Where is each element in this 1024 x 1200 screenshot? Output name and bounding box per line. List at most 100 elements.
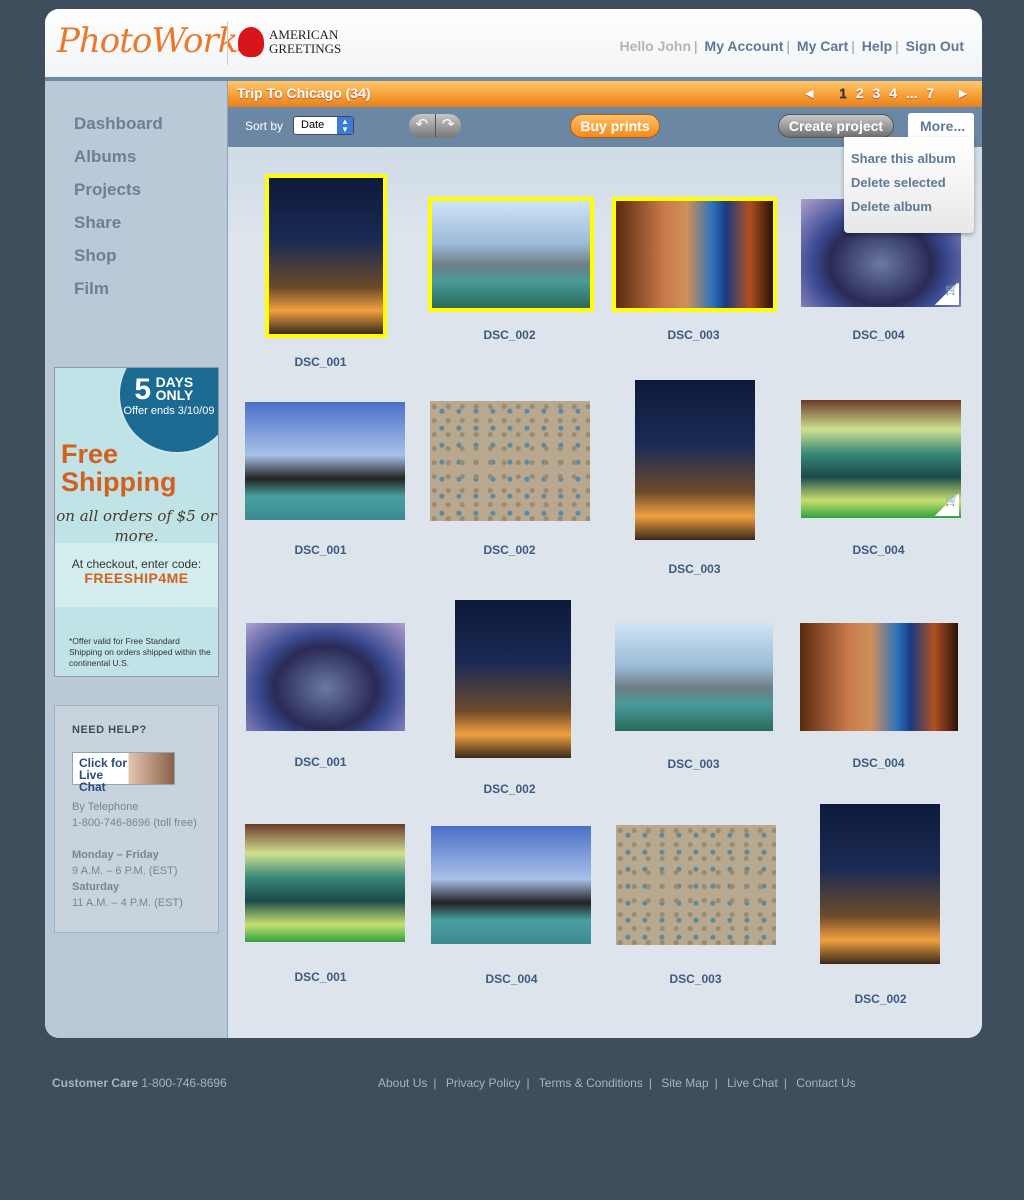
footer-contact-us[interactable]: Contact Us xyxy=(796,1076,855,1090)
footer-about-us[interactable]: About Us xyxy=(378,1076,427,1090)
pagination: ◄ 1 2 3 4 ... 7 ► xyxy=(797,85,970,101)
page-3[interactable]: 3 xyxy=(873,85,881,101)
photo-thumbnail[interactable] xyxy=(245,824,405,942)
menu-share-album[interactable]: Share this album xyxy=(851,151,974,175)
photo-label[interactable]: DSC_004 xyxy=(419,972,604,986)
promo-headline: Free Shipping xyxy=(61,439,177,497)
footer-live-chat[interactable]: Live Chat xyxy=(727,1076,778,1090)
help-title: NEED HELP? xyxy=(72,724,147,736)
footer-terms[interactable]: Terms & Conditions xyxy=(539,1076,643,1090)
photo-thumbnail[interactable] xyxy=(265,174,387,338)
sign-out-link[interactable]: Sign Out xyxy=(906,38,964,54)
photo-thumbnail[interactable] xyxy=(800,623,958,731)
photo-label[interactable]: DSC_001 xyxy=(228,970,413,984)
greeting: Hello John xyxy=(619,38,692,54)
photo-thumbnail[interactable]: 🛒 xyxy=(801,400,961,518)
photo-label[interactable]: DSC_002 xyxy=(417,782,602,796)
photo-label[interactable]: DSC_001 xyxy=(228,755,413,769)
page-frame: PhotoWorks® AMERICAN GREETINGS Hello Joh… xyxy=(45,9,982,1038)
photoworks-logo[interactable]: PhotoWorks® xyxy=(57,21,262,61)
live-chat-button[interactable]: Click for Live Chat xyxy=(72,752,175,793)
photo-label[interactable]: DSC_002 xyxy=(417,328,602,342)
sort-select[interactable]: Date ▲ ▼ xyxy=(293,116,354,135)
photo-thumbnail[interactable] xyxy=(615,623,773,731)
my-account-link[interactable]: My Account xyxy=(705,38,784,54)
undo-redo-group: ↶ ↷ xyxy=(409,114,461,138)
help-tel-label: By Telephone xyxy=(72,801,139,813)
more-menu: Share this album Delete selected Delete … xyxy=(844,137,974,233)
promo-days-label: DAYS ONLY xyxy=(155,374,194,403)
sidebar-item-film[interactable]: Film xyxy=(74,279,163,312)
sidebar-item-projects[interactable]: Projects xyxy=(74,180,163,213)
photo-thumbnail[interactable] xyxy=(820,804,940,964)
promo-fine-print: *Offer valid for Free Standard Shipping … xyxy=(69,636,211,668)
photo-label[interactable]: DSC_003 xyxy=(602,562,787,576)
footer-site-map[interactable]: Site Map xyxy=(661,1076,708,1090)
menu-delete-selected[interactable]: Delete selected xyxy=(851,175,974,199)
page-ellipsis: ... xyxy=(905,85,918,101)
photo-thumbnail[interactable] xyxy=(430,401,590,521)
sidebar-nav: Dashboard Albums Projects Share Shop Fil… xyxy=(74,114,163,312)
sidebar: Dashboard Albums Projects Share Shop Fil… xyxy=(45,81,228,1038)
my-cart-link[interactable]: My Cart xyxy=(797,38,848,54)
footer-links: About Us | Privacy Policy | Terms & Condit… xyxy=(378,1076,856,1090)
top-nav: Hello John | My Account | My Cart | Help | S… xyxy=(619,38,964,54)
photo-thumbnail[interactable] xyxy=(455,600,571,758)
cart-icon[interactable]: 🛒 xyxy=(933,283,959,305)
photo-label[interactable]: DSC_003 xyxy=(603,972,788,986)
header: PhotoWorks® AMERICAN GREETINGS Hello Joh… xyxy=(45,9,982,81)
page-1[interactable]: 1 xyxy=(839,85,847,101)
photo-thumbnail[interactable] xyxy=(431,826,591,944)
help-link[interactable]: Help xyxy=(862,38,892,54)
promo-days: 5 xyxy=(134,373,152,406)
photo-label[interactable]: DSC_004 xyxy=(786,756,971,770)
photo-thumbnail[interactable] xyxy=(616,825,776,945)
photo-label[interactable]: DSC_003 xyxy=(601,757,786,771)
undo-icon[interactable]: ↶ xyxy=(409,114,435,138)
footer-customer-care: Customer Care 1-800-746-8696 xyxy=(52,1076,227,1090)
photo-thumbnail[interactable] xyxy=(245,402,405,520)
photo-label[interactable]: DSC_002 xyxy=(417,543,602,557)
photo-label[interactable]: DSC_004 xyxy=(786,328,971,342)
photo-label[interactable]: DSC_003 xyxy=(601,328,786,342)
brand-name: PhotoWorks xyxy=(57,21,255,61)
promo-code: FREESHIP4ME xyxy=(84,570,189,586)
photo-thumbnail[interactable] xyxy=(246,623,405,731)
next-page-icon[interactable]: ► xyxy=(956,85,970,101)
help-phone: 1-800-746-8696 (toll free) xyxy=(72,817,197,829)
photo-label[interactable]: DSC_002 xyxy=(788,992,973,1006)
photo-thumbnail[interactable] xyxy=(428,197,594,312)
page-2[interactable]: 2 xyxy=(856,85,864,101)
help-box: NEED HELP? Click for Live Chat By Teleph… xyxy=(54,705,219,933)
care-label: Customer Care xyxy=(52,1076,139,1090)
sort-label: Sort by xyxy=(245,119,284,133)
album-title-bar: Trip To Chicago (34) ◄ 1 2 3 4 ... 7 ► xyxy=(228,81,982,107)
sidebar-item-dashboard[interactable]: Dashboard xyxy=(74,114,163,147)
page-7[interactable]: 7 xyxy=(926,85,934,101)
select-arrows-icon: ▲ ▼ xyxy=(337,117,353,134)
rose-logo-icon xyxy=(238,27,264,57)
redo-icon[interactable]: ↷ xyxy=(434,114,462,138)
photo-grid: DSC_001 DSC_002 DSC_003 🛒 DSC_004 DSC_00… xyxy=(228,147,982,1038)
promo-subtext: on all orders of $5 or more. xyxy=(56,507,217,545)
page-4[interactable]: 4 xyxy=(889,85,897,101)
menu-delete-album[interactable]: Delete album xyxy=(851,199,974,223)
cart-icon[interactable]: 🛒 xyxy=(933,494,959,516)
sidebar-item-shop[interactable]: Shop xyxy=(74,246,163,279)
prev-page-icon[interactable]: ◄ xyxy=(802,85,816,101)
sidebar-item-share[interactable]: Share xyxy=(74,213,163,246)
photo-label[interactable]: DSC_001 xyxy=(228,355,413,369)
logo-divider xyxy=(227,21,228,65)
sidebar-item-albums[interactable]: Albums xyxy=(74,147,163,180)
create-project-button[interactable]: Create project xyxy=(778,114,894,138)
footer-privacy-policy[interactable]: Privacy Policy xyxy=(446,1076,521,1090)
photo-thumbnail[interactable] xyxy=(635,380,755,540)
photo-label[interactable]: DSC_004 xyxy=(786,543,971,557)
help-weekday-hours: 9 A.M. – 6 P.M. (EST) xyxy=(72,865,178,877)
free-shipping-promo[interactable]: 5 DAYS ONLY Offer ends 3/10/09 Free Shipp… xyxy=(54,367,219,677)
photo-label[interactable]: DSC_001 xyxy=(228,543,413,557)
promo-offer-ends: Offer ends 3/10/09 xyxy=(123,405,215,417)
buy-prints-button[interactable]: Buy prints xyxy=(570,114,660,138)
photo-thumbnail[interactable] xyxy=(612,197,777,312)
album-title: Trip To Chicago (34) xyxy=(237,85,371,101)
